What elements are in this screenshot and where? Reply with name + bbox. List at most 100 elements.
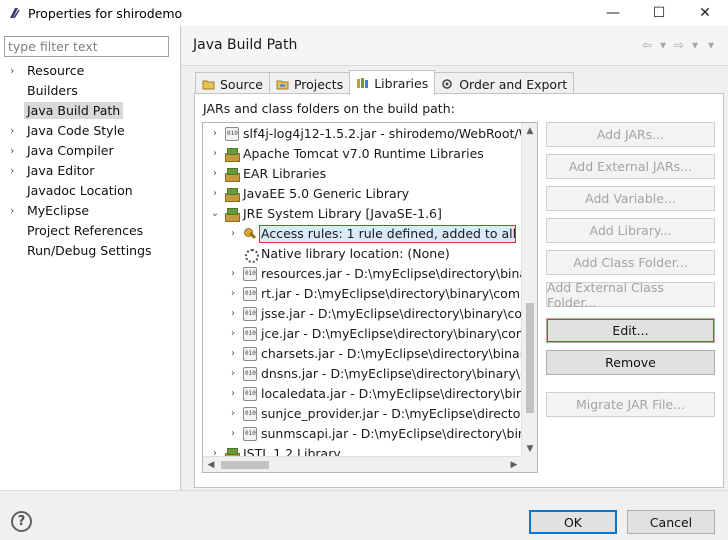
- access-rules-icon: [243, 227, 257, 241]
- tree-row[interactable]: › jsse.jar - D:\myEclipse\directory\binar…: [203, 304, 522, 324]
- jar-icon: [243, 427, 257, 441]
- close-button[interactable]: ✕: [682, 0, 728, 26]
- scrollbar-corner: [521, 456, 537, 472]
- nav-item-myeclipse[interactable]: › MyEclipse: [0, 201, 180, 221]
- expand-chevron-icon[interactable]: ›: [227, 264, 239, 284]
- scroll-left-icon[interactable]: ◀: [203, 457, 219, 472]
- jar-icon: [243, 287, 257, 301]
- add-jars-button[interactable]: Add JARs...: [546, 122, 715, 147]
- cancel-button[interactable]: Cancel: [627, 510, 715, 534]
- horizontal-scroll-thumb[interactable]: [221, 461, 269, 469]
- back-arrow-icon[interactable]: ⇦: [640, 38, 654, 52]
- jar-icon: [225, 127, 239, 141]
- tree-row[interactable]: ⌄ JRE System Library [JavaSE-1.6]: [203, 204, 522, 224]
- build-path-tree[interactable]: › slf4j-log4j12-1.5.2.jar - shirodemo/Web…: [202, 122, 538, 473]
- expand-chevron-icon[interactable]: ›: [10, 161, 14, 181]
- forward-arrow-icon[interactable]: ⇨: [672, 38, 686, 52]
- nav-item-java-build-path[interactable]: Java Build Path: [0, 101, 180, 121]
- expand-chevron-icon[interactable]: ›: [227, 364, 239, 384]
- minimize-button[interactable]: —: [590, 0, 636, 26]
- tree-row[interactable]: › resources.jar - D:\myEclipse\directory\…: [203, 264, 522, 284]
- forward-dropdown-icon[interactable]: ▾: [688, 38, 702, 52]
- tree-vertical-scrollbar[interactable]: ▲ ▼: [521, 123, 537, 457]
- tree-row-label: jce.jar - D:\myEclipse\directory\binary\…: [261, 326, 522, 341]
- tree-row[interactable]: › sunjce_provider.jar - D:\myEclipse\dire…: [203, 404, 522, 424]
- add-class-folder-button[interactable]: Add Class Folder...: [546, 250, 715, 275]
- migrate-jar-file-button[interactable]: Migrate JAR File...: [546, 392, 715, 417]
- expand-chevron-icon[interactable]: ›: [10, 121, 14, 141]
- tab-order-and-export[interactable]: Order and Export: [434, 72, 575, 95]
- add-variable-button[interactable]: Add Variable...: [546, 186, 715, 211]
- help-icon[interactable]: ?: [11, 511, 32, 532]
- nav-item-resource[interactable]: › Resource: [0, 61, 180, 81]
- nav-item-run-debug-settings[interactable]: Run/Debug Settings: [0, 241, 180, 261]
- tab-source[interactable]: Source: [195, 72, 270, 95]
- nav-item-java-code-style[interactable]: › Java Code Style: [0, 121, 180, 141]
- jar-icon: [243, 367, 257, 381]
- tree-row[interactable]: › sunmscapi.jar - D:\myEclipse\directory\…: [203, 424, 522, 444]
- expand-chevron-icon[interactable]: ›: [227, 304, 239, 324]
- scroll-down-icon[interactable]: ▼: [522, 441, 537, 457]
- nav-item-builders[interactable]: Builders: [0, 81, 180, 101]
- nav-item-javadoc-location[interactable]: Javadoc Location: [0, 181, 180, 201]
- expand-chevron-icon[interactable]: ›: [227, 424, 239, 444]
- expand-chevron-icon[interactable]: ›: [209, 144, 221, 164]
- nav-item-project-references[interactable]: Project References: [0, 221, 180, 241]
- vertical-scroll-thumb[interactable]: [526, 303, 534, 413]
- back-dropdown-icon[interactable]: ▾: [656, 38, 670, 52]
- remove-button[interactable]: Remove: [546, 350, 715, 375]
- tree-row[interactable]: › Apache Tomcat v7.0 Runtime Libraries: [203, 144, 522, 164]
- tab-libraries[interactable]: Libraries: [349, 70, 436, 95]
- expand-chevron-icon[interactable]: ›: [209, 164, 221, 184]
- expand-chevron-icon[interactable]: ›: [10, 201, 14, 221]
- eclipse-app-icon: [6, 5, 22, 21]
- add-external-jars-button[interactable]: Add External JARs...: [546, 154, 715, 179]
- library-icon: [225, 207, 240, 222]
- scroll-up-icon[interactable]: ▲: [522, 123, 537, 139]
- expand-chevron-icon[interactable]: ›: [209, 124, 221, 144]
- tree-row[interactable]: › slf4j-log4j12-1.5.2.jar - shirodemo/Web…: [203, 124, 522, 144]
- tree-horizontal-scrollbar[interactable]: ◀ ▶: [203, 456, 522, 472]
- tree-row[interactable]: › localedata.jar - D:\myEclipse\directory…: [203, 384, 522, 404]
- tree-row[interactable]: Native library location: (None): [203, 244, 522, 264]
- tab-label: Order and Export: [459, 76, 568, 92]
- tree-viewport: › slf4j-log4j12-1.5.2.jar - shirodemo/Web…: [203, 123, 522, 457]
- expand-chevron-icon[interactable]: ›: [227, 324, 239, 344]
- tree-row[interactable]: › JavaEE 5.0 Generic Library: [203, 184, 522, 204]
- expand-chevron-icon[interactable]: ›: [227, 284, 239, 304]
- dialog-footer: ? OK Cancel: [0, 490, 728, 540]
- expand-chevron-icon[interactable]: ›: [209, 184, 221, 204]
- nav-item-label: MyEclipse: [27, 203, 90, 218]
- expand-chevron-icon[interactable]: ›: [227, 344, 239, 364]
- nav-item-java-editor[interactable]: › Java Editor: [0, 161, 180, 181]
- expand-chevron-icon[interactable]: ›: [227, 224, 239, 244]
- tree-row[interactable]: › Access rules: 1 rule defined, added to …: [203, 224, 522, 244]
- tree-row[interactable]: › EAR Libraries: [203, 164, 522, 184]
- expand-chevron-icon[interactable]: ›: [10, 141, 14, 161]
- tree-row[interactable]: › dnsns.jar - D:\myEclipse\directory\bina…: [203, 364, 522, 384]
- expand-chevron-icon[interactable]: ›: [10, 61, 14, 81]
- jar-icon: [243, 347, 257, 361]
- jar-icon: [243, 327, 257, 341]
- edit-button[interactable]: Edit...: [546, 318, 715, 343]
- tab-label: Libraries: [374, 75, 429, 91]
- add-external-class-folder-button[interactable]: Add External Class Folder...: [546, 280, 715, 310]
- filter-input[interactable]: [4, 36, 169, 57]
- nav-item-label: Java Editor: [27, 163, 95, 178]
- nav-item-java-compiler[interactable]: › Java Compiler: [0, 141, 180, 161]
- maximize-button[interactable]: ☐: [636, 0, 682, 26]
- tree-row-label: resources.jar - D:\myEclipse\directory\b…: [261, 266, 522, 281]
- tab-label: Projects: [293, 76, 344, 92]
- tree-row[interactable]: › charsets.jar - D:\myEclipse\directory\b…: [203, 344, 522, 364]
- view-menu-icon[interactable]: ▾: [704, 38, 718, 52]
- add-library-button[interactable]: Add Library...: [546, 218, 715, 243]
- tree-row[interactable]: › jce.jar - D:\myEclipse\directory\binary…: [203, 324, 522, 344]
- tab-projects[interactable]: Projects: [268, 72, 351, 95]
- scroll-right-icon[interactable]: ▶: [506, 457, 522, 472]
- expand-chevron-icon[interactable]: ›: [227, 384, 239, 404]
- expand-chevron-icon[interactable]: ›: [227, 404, 239, 424]
- ok-button[interactable]: OK: [529, 510, 617, 534]
- tree-row[interactable]: › rt.jar - D:\myEclipse\directory\binary\…: [203, 284, 522, 304]
- collapse-chevron-icon[interactable]: ⌄: [209, 204, 221, 224]
- nav-item-label: Javadoc Location: [27, 183, 133, 198]
